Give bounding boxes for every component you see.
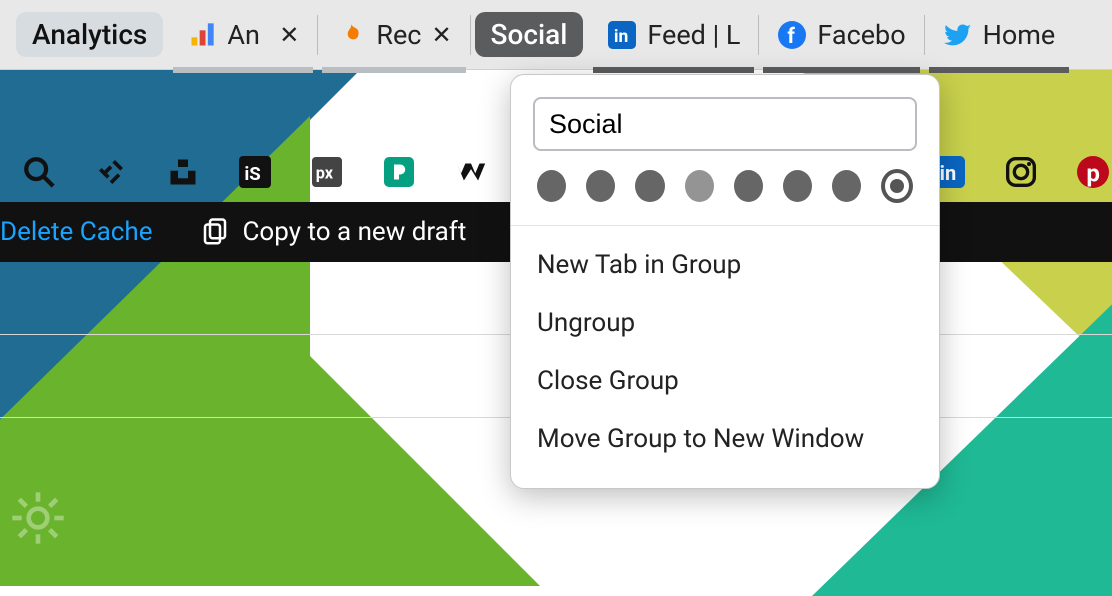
tab-title: Rec [376,19,421,51]
menu-move-to-new-window[interactable]: Move Group to New Window [511,410,939,468]
color-swatch[interactable] [537,170,566,202]
color-swatch[interactable] [586,170,615,202]
action-label: Delete Cache [0,217,152,247]
tab-title: Feed | L [647,19,740,51]
analytics-bars-icon [187,20,217,50]
color-swatch[interactable] [783,170,812,202]
tab-analytics-1[interactable]: An ✕ [173,7,313,63]
group-name-input[interactable] [533,97,917,151]
linkedin-icon: in [607,20,637,50]
tab-title: An [227,19,269,51]
tabgroup-label-analytics[interactable]: Analytics [16,12,163,57]
facebook-icon: f [777,20,807,50]
close-icon[interactable]: ✕ [279,21,299,49]
brand-w-icon[interactable] [452,153,490,191]
color-swatch[interactable] [685,170,714,202]
menu-close-group[interactable]: Close Group [511,352,939,410]
svg-text:p: p [1086,159,1100,187]
twitter-icon [943,20,973,50]
unsplash-icon[interactable] [164,153,202,191]
tab-analytics-2[interactable]: Rec ✕ [322,7,465,63]
decorative-triangle-green-left2 [170,216,540,586]
color-swatch[interactable] [734,170,763,202]
pexels-icon[interactable] [380,153,418,191]
squarespace-icon[interactable] [92,153,130,191]
tab-divider [470,15,471,55]
tabstrip: Analytics An ✕ Rec ✕ Social in Feed | L … [0,0,1112,70]
group-color-picker [511,169,939,225]
color-swatch[interactable] [635,170,664,202]
pixabay-icon[interactable]: px [308,153,346,191]
menu-new-tab-in-group[interactable]: New Tab in Group [511,236,939,294]
tab-divider [317,15,318,55]
search-icon[interactable] [20,153,58,191]
copy-pages-icon [200,217,230,247]
color-swatch[interactable] [832,170,861,202]
action-label: Copy to a new draft [242,217,466,247]
tabgroup-label-social[interactable]: Social [475,12,584,57]
instagram-icon[interactable] [1002,153,1040,191]
menu-divider [511,225,939,226]
svg-text:px: px [316,163,334,182]
tab-social-twitter[interactable]: Home [929,7,1070,63]
svg-text:iS: iS [244,163,260,185]
svg-text:f: f [788,25,796,49]
copy-to-draft-button[interactable]: Copy to a new draft [188,217,478,247]
color-swatch-selected[interactable] [881,169,913,203]
tab-divider [924,15,925,55]
close-icon[interactable]: ✕ [431,21,451,49]
tab-title: Home [983,19,1056,51]
menu-ungroup[interactable]: Ungroup [511,294,939,352]
istock-icon[interactable]: iS [236,153,274,191]
tab-social-linkedin[interactable]: in Feed | L [593,7,754,63]
svg-text:in: in [614,27,628,47]
tab-divider [758,15,759,55]
tabgroup-context-menu: New Tab in Group Ungroup Close Group Mov… [510,74,940,489]
flame-icon [336,20,366,50]
svg-text:in: in [940,161,957,185]
pinterest-icon[interactable]: p [1074,153,1112,191]
tab-title: Facebo [817,19,905,51]
delete-cache-button[interactable]: Delete Cache [0,217,164,247]
gear-icon [10,490,66,546]
tab-social-facebook[interactable]: f Facebo [763,7,919,63]
